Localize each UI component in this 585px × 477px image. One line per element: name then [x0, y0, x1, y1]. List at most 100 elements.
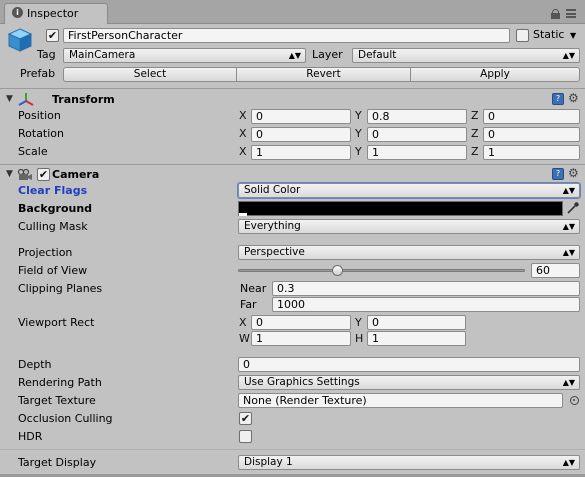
rotation-x-field[interactable]: 0 [251, 127, 351, 142]
vp-w-label: W [239, 332, 250, 345]
static-label: Static [533, 28, 565, 41]
tag-value: MainCamera [69, 49, 136, 61]
layer-dropdown[interactable]: Default ▲▼ [352, 48, 580, 63]
scale-x-field[interactable]: 1 [251, 145, 351, 160]
x-axis-label: X [239, 145, 247, 158]
foldout-arrow-icon[interactable]: ▼ [6, 94, 13, 104]
fov-label: Field of View [18, 264, 88, 277]
eyedropper-icon[interactable] [566, 201, 580, 215]
divider [0, 449, 585, 450]
occlusion-culling-label: Occlusion Culling [18, 412, 113, 425]
dropdown-arrow-icon: ▲▼ [562, 222, 575, 231]
culling-mask-value: Everything [244, 220, 301, 232]
far-field[interactable]: 1000 [272, 297, 580, 312]
clear-flags-dropdown[interactable]: Solid Color ▲▼ [238, 183, 580, 198]
viewport-w-field[interactable]: 1 [251, 331, 351, 346]
target-texture-field[interactable]: None (Render Texture) [238, 393, 563, 408]
transform-header[interactable]: ▼ Transform ? ⚙ [0, 91, 585, 109]
background-color-field[interactable] [238, 201, 563, 216]
vp-h-label: H [355, 332, 364, 345]
x-axis-label: X [239, 127, 247, 140]
projection-dropdown[interactable]: Perspective ▲▼ [238, 245, 580, 260]
divider [0, 164, 585, 165]
camera-icon [17, 168, 33, 182]
position-label: Position [18, 109, 61, 122]
clipping-planes-label: Clipping Planes [18, 282, 103, 295]
dropdown-arrow-icon: ▲▼ [562, 378, 575, 387]
y-axis-label: Y [355, 109, 362, 122]
target-texture-label: Target Texture [18, 394, 96, 407]
dropdown-arrow-icon: ▲▼ [562, 248, 575, 257]
projection-label: Projection [18, 246, 73, 259]
y-axis-label: Y [355, 127, 362, 140]
x-axis-label: X [239, 109, 247, 122]
target-display-dropdown[interactable]: Display 1 ▲▼ [238, 455, 580, 470]
gameobject-cube-icon [7, 27, 33, 53]
far-label: Far [240, 298, 257, 311]
gear-icon[interactable]: ⚙ [568, 92, 581, 105]
prefab-apply-button[interactable]: Apply [410, 67, 580, 82]
object-picker-icon[interactable] [570, 396, 579, 405]
z-axis-label: Z [471, 109, 479, 122]
tag-dropdown[interactable]: MainCamera ▲▼ [63, 48, 306, 63]
scale-y-field[interactable]: 1 [367, 145, 467, 160]
help-icon[interactable]: ? [552, 168, 564, 180]
fov-slider-thumb[interactable] [331, 265, 343, 276]
gameobject-active-checkbox[interactable]: ✔ [46, 29, 59, 42]
target-display-value: Display 1 [244, 456, 293, 468]
menu-icon[interactable] [566, 9, 578, 18]
dropdown-arrow-icon: ▲▼ [562, 186, 575, 195]
rendering-path-dropdown[interactable]: Use Graphics Settings ▲▼ [238, 375, 580, 390]
scale-z-field[interactable]: 1 [483, 145, 580, 160]
position-x-field[interactable]: 0 [251, 109, 351, 124]
y-axis-label: Y [355, 145, 362, 158]
static-checkbox[interactable] [516, 29, 529, 42]
layer-value: Default [358, 49, 397, 61]
depth-label: Depth [18, 358, 52, 371]
tab-bar: i Inspector [0, 0, 585, 24]
tag-label: Tag [37, 48, 56, 61]
position-z-field[interactable]: 0 [483, 109, 580, 124]
rotation-z-field[interactable]: 0 [483, 127, 580, 142]
z-axis-label: Z [471, 145, 479, 158]
rotation-y-field[interactable]: 0 [367, 127, 467, 142]
depth-field[interactable]: 0 [238, 357, 580, 372]
near-field[interactable]: 0.3 [272, 281, 580, 296]
lock-icon[interactable] [551, 9, 560, 19]
prefab-revert-button[interactable]: Revert [236, 67, 411, 82]
info-icon: i [12, 7, 23, 18]
hdr-checkbox[interactable] [239, 430, 252, 443]
gear-icon[interactable]: ⚙ [568, 167, 581, 180]
tab-label: Inspector [27, 7, 79, 20]
z-axis-label: Z [471, 127, 479, 140]
viewport-h-field[interactable]: 1 [367, 331, 466, 346]
culling-mask-dropdown[interactable]: Everything ▲▼ [238, 219, 580, 234]
culling-mask-label: Culling Mask [18, 220, 88, 233]
rendering-path-label: Rendering Path [18, 376, 102, 389]
fov-field[interactable]: 60 [531, 263, 580, 278]
rotation-label: Rotation [18, 127, 65, 140]
rendering-path-value: Use Graphics Settings [244, 376, 360, 388]
viewport-y-field[interactable]: 0 [367, 315, 466, 330]
occlusion-culling-checkbox[interactable]: ✔ [239, 412, 252, 425]
hdr-label: HDR [18, 430, 43, 443]
gameobject-name-field[interactable]: FirstPersonCharacter [63, 28, 510, 43]
chevron-down-icon[interactable]: ▼ [570, 31, 576, 40]
transform-axes-icon [18, 92, 34, 108]
divider [0, 88, 585, 89]
prefab-label: Prefab [20, 67, 56, 80]
layer-label: Layer [312, 48, 343, 61]
help-icon[interactable]: ? [552, 93, 564, 105]
camera-header[interactable]: ▼ ✔ Camera ? ⚙ [0, 166, 585, 184]
dropdown-arrow-icon: ▲▼ [562, 458, 575, 467]
camera-enabled-checkbox[interactable]: ✔ [37, 168, 50, 181]
viewport-x-field[interactable]: 0 [251, 315, 351, 330]
dropdown-arrow-icon: ▲▼ [562, 51, 575, 60]
projection-value: Perspective [244, 246, 305, 258]
fov-slider-track[interactable] [238, 269, 525, 272]
position-y-field[interactable]: 0.8 [367, 109, 467, 124]
foldout-arrow-icon[interactable]: ▼ [6, 169, 13, 179]
prefab-select-button[interactable]: Select [63, 67, 237, 82]
background-label: Background [18, 202, 93, 215]
tab-inspector[interactable]: i Inspector [4, 3, 108, 24]
